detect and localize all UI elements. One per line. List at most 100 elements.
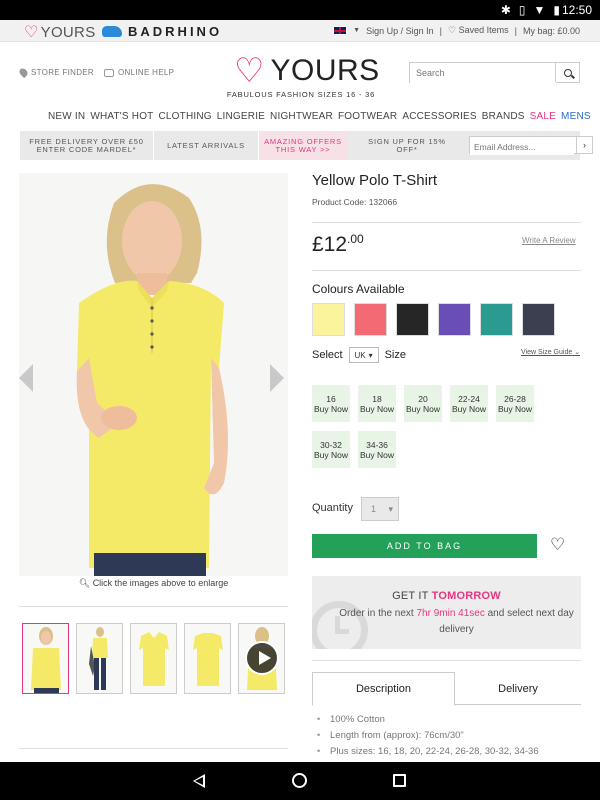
home-icon[interactable] [292, 773, 307, 788]
product-main-image[interactable] [19, 173, 288, 576]
thumbnail-flat-back-image [193, 633, 223, 686]
thumbnail-flat-back[interactable] [184, 623, 231, 694]
size-value: 18 [372, 393, 382, 404]
nav-sale[interactable]: SALE [530, 111, 556, 122]
size-value: 20 [418, 393, 428, 404]
swatch-teal[interactable] [480, 303, 513, 336]
nav-clothing[interactable]: CLOTHING [158, 111, 211, 122]
size-option-26-28[interactable]: 26-28 Buy Now [496, 385, 534, 422]
submit-arrow-icon[interactable]: › [576, 137, 592, 153]
product-code: Product Code: 132066 [312, 197, 398, 207]
tab-description[interactable]: Description [312, 672, 455, 706]
colour-swatches [312, 303, 555, 336]
tagline: FABULOUS FASHION SIZES 16 - 36 [226, 90, 376, 99]
product-info-tabs: Description Delivery [312, 672, 581, 706]
wishlist-heart-icon[interactable]: ♡ [550, 535, 565, 555]
chevron-down-icon: ▾ [368, 350, 373, 360]
recent-apps-icon[interactable] [393, 774, 406, 787]
amazing-offers-promo[interactable]: AMAZING OFFERS THIS WAY >> [259, 131, 347, 160]
free-delivery-promo[interactable]: FREE DELIVERY OVER £50 ENTER CODE MARDEL… [20, 131, 154, 160]
next-image-arrow-icon[interactable] [270, 364, 284, 392]
thumbnail-video[interactable] [238, 623, 285, 694]
next-day-delivery-banner: GET IT TOMORROW Order in the next 7hr 9m… [312, 576, 581, 649]
search-button[interactable] [555, 63, 579, 82]
latest-arrivals-promo[interactable]: LATEST ARRIVALS [154, 131, 259, 160]
android-nav-bar [0, 762, 600, 800]
thumbnail-front-image [31, 627, 61, 693]
quantity-dropdown[interactable]: 1 ▾ [361, 497, 399, 521]
get-it-label: GET IT [392, 590, 429, 602]
size-option-16[interactable]: 16 Buy Now [312, 385, 350, 422]
chevron-down-icon[interactable]: ▼ [353, 27, 360, 34]
size-option-20[interactable]: 20 Buy Now [404, 385, 442, 422]
play-video-icon[interactable] [245, 641, 279, 675]
swatch-charcoal[interactable] [522, 303, 555, 336]
size-option-18[interactable]: 18 Buy Now [358, 385, 396, 422]
write-review-link[interactable]: Write A Review [522, 236, 576, 245]
tab-delivery[interactable]: Delivery [455, 672, 581, 705]
delivery-countdown-text: Order in the next 7hr 9min 41sec and sel… [332, 606, 581, 638]
rhino-logo-icon [102, 26, 122, 37]
yours-brand-link[interactable]: ♡ YOURS [24, 22, 96, 42]
site-logo[interactable]: ♡ YOURS [234, 54, 379, 88]
list-item: Plus sizes: 16, 18, 20, 22-24, 26-28, 30… [317, 746, 539, 757]
nav-new-in[interactable]: NEW IN [48, 111, 85, 122]
saved-items-link[interactable]: ♡ Saved Items [448, 25, 509, 36]
thumbnail-strip [22, 623, 285, 694]
sign-in-link[interactable]: Sign Up / Sign In [366, 26, 434, 36]
size-guide-link[interactable]: View Size Guide ⌄ [521, 348, 580, 356]
swatch-coral[interactable] [354, 303, 387, 336]
divider [312, 660, 581, 661]
divider [19, 748, 288, 749]
my-bag-link[interactable]: My bag: £0.00 [523, 26, 580, 36]
size-status: Buy Now [497, 403, 532, 414]
select-label: Select [312, 349, 343, 361]
divider: | [514, 25, 517, 36]
swatch-yellow[interactable] [312, 303, 345, 336]
nav-accessories[interactable]: ACCESSORIES [402, 111, 476, 122]
search-box [409, 62, 580, 83]
nav-brands[interactable]: BRANDS [482, 111, 525, 122]
nav-whats-hot[interactable]: WHAT'S HOT [90, 111, 153, 122]
divider [312, 222, 581, 223]
email-field[interactable] [470, 139, 574, 155]
nav-mens[interactable]: MENS [561, 111, 591, 122]
wifi-icon: ▼ [533, 3, 546, 17]
model-yellow-polo-image [19, 173, 288, 576]
search-input[interactable] [410, 63, 556, 83]
back-icon[interactable] [193, 773, 206, 789]
logo-wordmark: YOURS [270, 54, 380, 87]
add-to-bag-button[interactable]: ADD TO BAG [312, 534, 537, 558]
order-prefix: Order in the next [339, 608, 414, 619]
uk-flag-icon[interactable] [333, 26, 348, 35]
size-option-22-24[interactable]: 22-24 Buy Now [450, 385, 488, 422]
nav-lingerie[interactable]: LINGERIE [217, 111, 265, 122]
store-finder-link[interactable]: STORE FINDER [17, 66, 94, 79]
size-option-34-36[interactable]: 34-36 Buy Now [358, 431, 396, 468]
price-main: £12 [312, 233, 348, 256]
battery-icon: ▮ [553, 3, 560, 17]
swatch-black[interactable] [396, 303, 429, 336]
thumbnail-flat-front-image [139, 632, 169, 686]
size-select-row: Select UK ▾ Size [312, 347, 406, 363]
search-icon [563, 68, 572, 77]
signup-discount-promo[interactable]: SIGN UP FOR 15% OFF* [347, 131, 467, 160]
size-option-30-32[interactable]: 30-32 Buy Now [312, 431, 350, 468]
account-links: ▼ Sign Up / Sign In | ♡ Saved Items | My… [333, 25, 580, 36]
previous-image-arrow-icon[interactable] [19, 364, 33, 392]
search-icon: 🔍︎ [78, 578, 91, 588]
region-size-dropdown[interactable]: UK ▾ [348, 347, 379, 363]
newsletter-form: › [469, 136, 593, 155]
badrhino-brand-link[interactable]: BADRHINO [102, 24, 222, 39]
size-status: Buy Now [313, 403, 348, 414]
nav-nightwear[interactable]: NIGHTWEAR [270, 111, 333, 122]
online-help-label: ONLINE HELP [118, 68, 175, 77]
thumbnail-full-length[interactable] [76, 623, 123, 694]
divider [312, 270, 581, 271]
thumbnail-front[interactable] [22, 623, 69, 694]
quantity-label: Quantity [312, 502, 353, 514]
thumbnail-flat-front[interactable] [130, 623, 177, 694]
online-help-link[interactable]: ONLINE HELP [104, 68, 174, 77]
swatch-purple[interactable] [438, 303, 471, 336]
nav-footwear[interactable]: FOOTWEAR [338, 111, 397, 122]
